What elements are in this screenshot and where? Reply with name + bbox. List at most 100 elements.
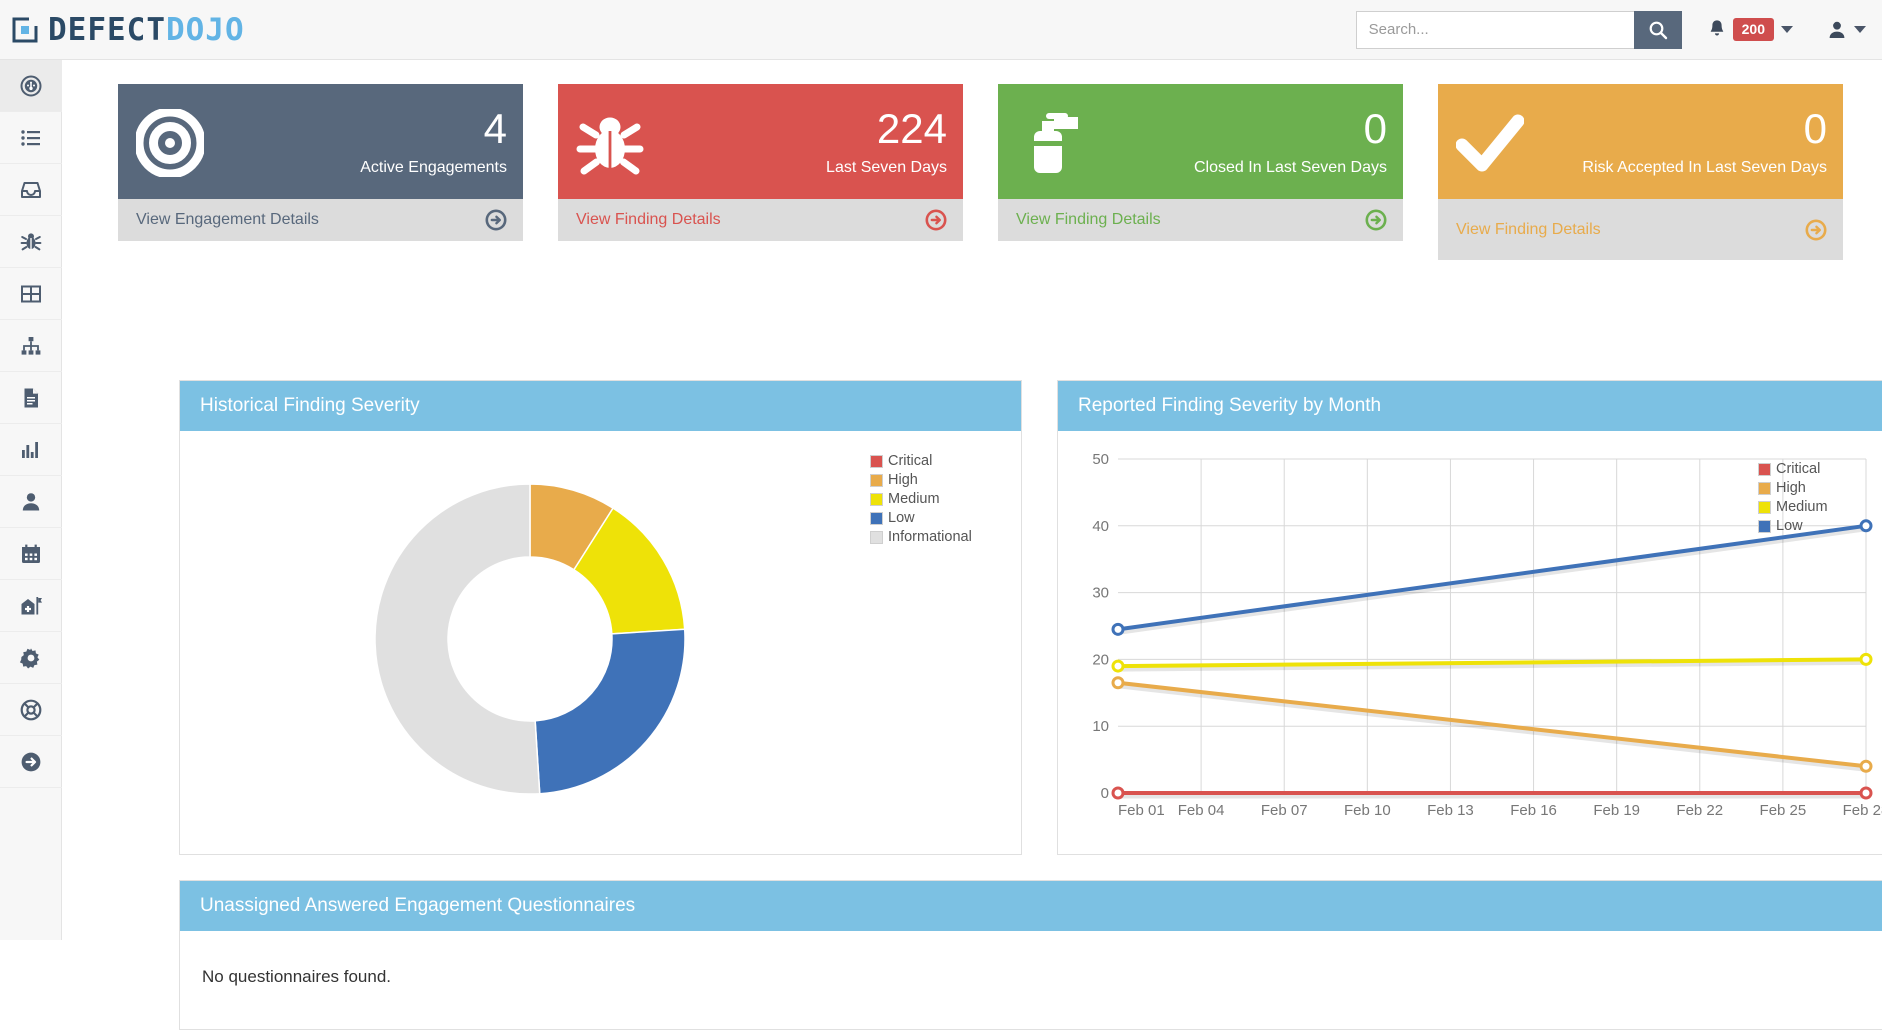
notifications-menu[interactable]: 200 — [1708, 18, 1793, 41]
panel-title-questionnaires: Unassigned Answered Engagement Questionn… — [180, 881, 1882, 931]
data-point-low[interactable] — [1859, 519, 1873, 533]
document-icon — [24, 388, 38, 407]
brand-dojo-text: DOJO — [165, 11, 245, 48]
sidebar-item-table[interactable] — [0, 268, 62, 320]
legend-item-informational[interactable]: Informational — [870, 529, 972, 545]
brand-defect-text: DEFECT — [48, 11, 166, 48]
check-icon — [1456, 109, 1524, 177]
building-flag-icon — [21, 596, 42, 614]
top-navigation-bar: DEFECT DOJO 200 — [0, 0, 1882, 60]
user-menu[interactable] — [1827, 20, 1866, 40]
search-button[interactable] — [1633, 10, 1682, 49]
stat-tile-active-engagements: 4 Active Engagements View Engagement Detai… — [118, 84, 523, 260]
sidebar-item-hierarchy[interactable] — [0, 320, 62, 372]
bug-icon — [576, 109, 644, 177]
data-point-low[interactable] — [1111, 622, 1125, 636]
x-axis-tick-label: Feb 07 — [1261, 802, 1308, 819]
data-point-critical[interactable] — [1111, 786, 1125, 800]
stat-tile-value: 4 — [483, 104, 507, 152]
y-axis-tick-label: 20 — [1092, 651, 1109, 668]
series-line-low[interactable] — [1117, 523, 1867, 632]
sitemap-icon — [21, 336, 41, 355]
stat-tile-label: Active Engagements — [360, 158, 507, 176]
arrow-circle-right-icon — [21, 752, 41, 771]
sidebar-item-inbox[interactable] — [0, 164, 62, 216]
data-point-high[interactable] — [1111, 676, 1125, 690]
person-icon — [22, 492, 40, 510]
sidebar-item-settings[interactable] — [0, 632, 62, 684]
stat-tile-footer-link[interactable]: View Finding Details — [998, 199, 1403, 241]
line-chart-legend: Critical High Medium Low — [1758, 461, 1828, 534]
legend-swatch-icon — [870, 492, 883, 506]
x-axis-tick-label: Feb 22 — [1676, 802, 1723, 819]
legend-label: High — [1776, 480, 1806, 496]
list-icon — [21, 129, 40, 146]
stat-tile-closed-in-last-seven-days: 0 Closed In Last Seven Days View Finding D… — [998, 84, 1403, 260]
data-point-critical[interactable] — [1859, 786, 1873, 800]
legend-item-medium[interactable]: Medium — [870, 491, 972, 507]
y-axis-tick-label: 0 — [1101, 785, 1109, 802]
x-axis-tick-label: Feb 16 — [1510, 802, 1557, 819]
legend-swatch-icon — [870, 511, 883, 525]
chevron-down-icon — [1854, 26, 1866, 33]
sidebar-item-dashboard[interactable] — [0, 60, 62, 112]
data-point-medium[interactable] — [1859, 652, 1873, 666]
legend-label: Medium — [888, 491, 940, 507]
lifebuoy-icon — [20, 699, 42, 720]
legend-label: High — [888, 472, 918, 488]
donut-chart-legend: Critical High Medium Low Informational — [870, 453, 972, 545]
stat-tile-footer-link[interactable]: View Finding Details — [558, 199, 963, 241]
line-chart-area: 0 10 20 30 40 50 Feb 01 Feb 04 Feb 07 Feb 10 Feb 1… — [1058, 431, 1882, 849]
stat-tile-footer-link[interactable]: View Engagement Details — [118, 199, 523, 241]
search-icon — [1649, 21, 1667, 39]
sidebar-item-list[interactable] — [0, 112, 62, 164]
sidebar-item-support[interactable] — [0, 684, 62, 736]
legend-item-critical[interactable]: Critical — [870, 453, 972, 469]
search-box — [1355, 10, 1682, 49]
defectdojo-logo-icon — [12, 16, 39, 43]
stat-tile-value: 0 — [1363, 104, 1387, 152]
bug-icon — [20, 232, 42, 250]
legend-item-high[interactable]: High — [1758, 480, 1828, 496]
data-point-medium[interactable] — [1111, 659, 1125, 673]
legend-item-high[interactable]: High — [870, 472, 972, 488]
brand-logo-text: DEFECT DOJO — [48, 12, 245, 48]
y-axis-tick-label: 10 — [1092, 718, 1109, 735]
sidebar-item-products[interactable] — [0, 580, 62, 632]
legend-swatch-icon — [1758, 462, 1771, 476]
stat-tile-label: Risk Accepted In Last Seven Days — [1582, 158, 1827, 176]
stat-tile-footer-link[interactable]: View Finding Details — [1438, 199, 1843, 260]
sidebar-item-findings[interactable] — [0, 216, 62, 268]
left-sidebar — [0, 60, 62, 940]
legend-item-medium[interactable]: Medium — [1758, 499, 1828, 515]
arrow-circle-right-icon — [485, 209, 507, 231]
sidebar-item-users[interactable] — [0, 476, 62, 528]
fire-extinguisher-icon — [1016, 109, 1084, 177]
inbox-icon — [21, 181, 41, 198]
sidebar-item-metrics[interactable] — [0, 424, 62, 476]
search-input[interactable] — [1355, 10, 1634, 49]
series-line-high[interactable] — [1117, 680, 1867, 769]
donut-slice-informational[interactable] — [374, 483, 541, 795]
stat-tile-risk-accepted-in-last-seven-days: 0 Risk Accepted In Last Seven Days View Fi… — [1438, 84, 1843, 260]
topbar-right-controls: 200 — [1355, 10, 1866, 49]
legend-item-low[interactable]: Low — [870, 510, 972, 526]
donut-slice-low[interactable] — [534, 628, 686, 795]
sidebar-item-expand[interactable] — [0, 736, 62, 788]
x-axis-tick-label: Feb 13 — [1427, 802, 1474, 819]
data-point-high[interactable] — [1859, 759, 1873, 773]
stat-tile-body: 4 Active Engagements — [118, 84, 523, 199]
notification-count-badge: 200 — [1732, 18, 1774, 41]
legend-item-low[interactable]: Low — [1758, 518, 1828, 534]
legend-label: Critical — [1776, 461, 1821, 477]
sidebar-item-calendar[interactable] — [0, 528, 62, 580]
unassigned-questionnaires-panel: Unassigned Answered Engagement Questionn… — [179, 880, 1882, 1030]
stat-tile-value: 0 — [1803, 104, 1827, 152]
brand-logo[interactable]: DEFECT DOJO — [12, 12, 245, 48]
x-axis-tick-label: Feb 25 — [1760, 802, 1807, 819]
stat-tile-link-label: View Finding Details — [1016, 211, 1161, 228]
stat-tile-values: 224 Last Seven Days — [826, 107, 947, 178]
legend-label: Medium — [1776, 499, 1828, 515]
legend-item-critical[interactable]: Critical — [1758, 461, 1828, 477]
sidebar-item-reports[interactable] — [0, 372, 62, 424]
